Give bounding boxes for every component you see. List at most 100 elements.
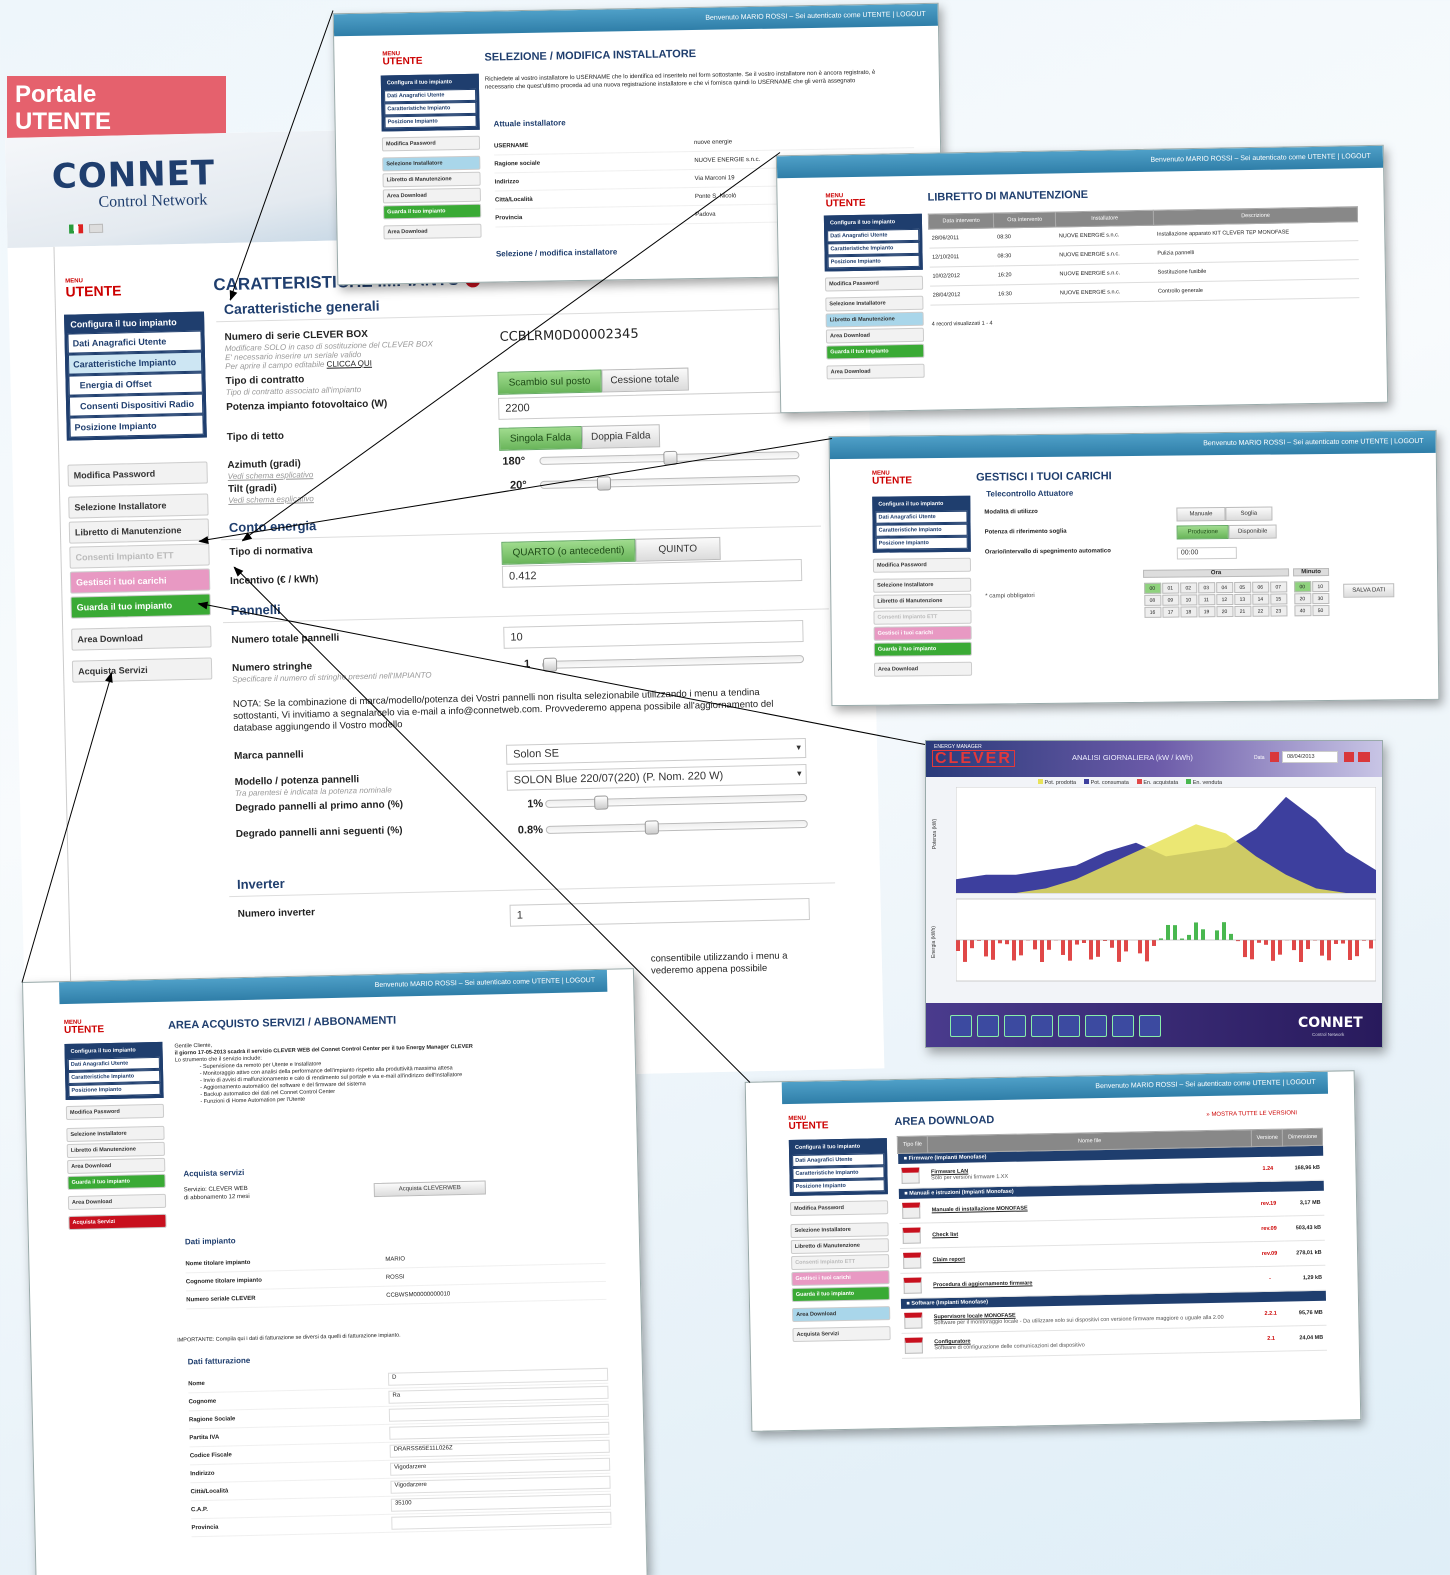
show-all-link[interactable]: » MOSTRA TUTTE LE VERSIONI <box>1206 1110 1297 1118</box>
hour-cell[interactable]: 03 <box>1197 581 1215 593</box>
norm-option-quarto[interactable]: QUARTO (o antecedenti) <box>501 538 636 565</box>
minute-cell[interactable]: 50 <box>1311 604 1330 616</box>
hour-cell[interactable]: 22 <box>1251 605 1270 617</box>
bar-chart-icon[interactable] <box>1058 1015 1080 1037</box>
hour-cell[interactable]: 09 <box>1161 594 1179 606</box>
threshold-option-produzione[interactable]: Produzione <box>1176 525 1230 540</box>
mode-option-soglia[interactable]: Soglia <box>1225 506 1273 522</box>
sidebar-item-caratteristiche[interactable]: Caratteristiche Impianto <box>67 351 203 375</box>
refresh-icon[interactable] <box>977 1015 999 1037</box>
sidebar-item-dati[interactable]: Dati Anagrafici Utente <box>67 330 202 354</box>
column-header[interactable]: Data intervento <box>928 213 994 230</box>
hour-cell[interactable]: 14 <box>1251 593 1269 605</box>
panels-total-input[interactable]: 10 <box>503 620 804 649</box>
brand-panels-select[interactable]: Solon SE ▾ <box>505 737 807 765</box>
hour-cell[interactable]: 23 <box>1269 604 1288 617</box>
roof-option-doppia[interactable]: Doppia Falda <box>581 424 660 449</box>
norm-option-quinto[interactable]: QUINTO <box>635 536 721 562</box>
hour-cell[interactable]: 15 <box>1269 592 1287 605</box>
hour-cell[interactable]: 04 <box>1215 581 1233 593</box>
home-icon[interactable] <box>950 1015 972 1037</box>
hour-cell[interactable]: 01 <box>1161 582 1179 594</box>
file-link[interactable]: Manuale di installazione MONOFASE <box>932 1201 1250 1213</box>
hour-cell[interactable]: 12 <box>1215 593 1233 605</box>
roof-option-singola[interactable]: Singola Falda <box>498 425 583 451</box>
column-header[interactable]: Dimensione <box>1282 1128 1323 1147</box>
hour-cell[interactable]: 20 <box>1215 605 1234 617</box>
field-value[interactable]: Vigodarzere <box>390 1475 611 1494</box>
calendar-icon[interactable] <box>1358 752 1370 762</box>
degr1-slider[interactable] <box>545 793 808 810</box>
save-button[interactable]: SALVA DATI <box>1343 583 1395 598</box>
minute-cell[interactable]: 40 <box>1293 604 1312 616</box>
degr2-slider-knob[interactable] <box>644 820 659 835</box>
file-link[interactable]: Claim report <box>933 1251 1251 1264</box>
azimuth-scheme-link[interactable]: Vedi schema esplicativo <box>228 470 314 481</box>
schedule-input[interactable]: 00:00 <box>1176 546 1237 560</box>
model-select[interactable]: SOLON Blue 220/07(220) (P. Nom. 220 W) ▾ <box>506 763 807 791</box>
file-link[interactable]: Check list <box>932 1226 1250 1238</box>
column-header[interactable]: Installatore <box>1055 210 1154 227</box>
threshold-option-disponibile[interactable]: Disponibile <box>1228 524 1277 540</box>
hour-cell[interactable]: 21 <box>1233 605 1252 617</box>
sun-icon[interactable] <box>1004 1015 1026 1037</box>
hour-cell[interactable]: 13 <box>1233 593 1251 605</box>
hour-cell[interactable]: 05 <box>1233 581 1251 593</box>
field-value[interactable] <box>389 1421 610 1440</box>
tilt-slider-knob[interactable] <box>596 476 612 491</box>
field-value[interactable]: 35100 <box>390 1493 612 1512</box>
minute-cell[interactable]: 20 <box>1293 592 1311 604</box>
info-icon[interactable] <box>1085 1015 1107 1037</box>
next-day-button[interactable] <box>1344 752 1354 762</box>
field-value[interactable]: DRARSS65E11L026Z <box>389 1439 610 1458</box>
strings-slider[interactable] <box>542 655 805 672</box>
column-header[interactable]: Versione <box>1251 1129 1283 1147</box>
degr2-slider[interactable] <box>545 819 808 835</box>
sidebar-item-download[interactable]: Area Download <box>71 625 212 651</box>
sidebar-item-guarda[interactable]: Guarda il tuo impianto <box>70 593 211 619</box>
prev-day-button[interactable] <box>1270 752 1279 762</box>
contract-option-cessione[interactable]: Cessione totale <box>601 367 689 393</box>
buy-cleverweb-button[interactable]: Acquista CLEVERWEB <box>373 1180 486 1198</box>
hour-cell[interactable]: 08 <box>1143 594 1161 606</box>
power-input[interactable]: 2200 <box>498 391 799 420</box>
tools-icon[interactable] <box>1139 1015 1161 1037</box>
hour-cell[interactable]: 17 <box>1161 606 1180 618</box>
hour-cell[interactable]: 16 <box>1143 606 1162 618</box>
inverter-input[interactable]: 1 <box>509 897 810 927</box>
sidebar-item-carichi[interactable]: Gestisci i tuoi carichi <box>69 568 211 594</box>
tilt-slider[interactable] <box>539 475 801 491</box>
azimuth-slider[interactable] <box>539 450 800 466</box>
hour-cell[interactable]: 10 <box>1179 593 1197 606</box>
minute-cell[interactable]: 00 <box>1293 580 1311 592</box>
field-value[interactable]: Vigodarzere <box>390 1457 611 1476</box>
hour-cell[interactable]: 18 <box>1179 605 1198 618</box>
field-value[interactable]: D <box>387 1367 609 1386</box>
sidebar-item-libretto[interactable]: Libretto di Manutenzione <box>68 518 210 544</box>
sidebar-item-offset[interactable]: Energia di Offset <box>68 372 203 396</box>
hour-cell[interactable]: 19 <box>1197 605 1216 617</box>
column-header[interactable]: Ora intervento <box>993 211 1056 229</box>
sidebar-item-password[interactable]: Modifica Password <box>67 461 208 487</box>
contract-option-scambio[interactable]: Scambio sul posto <box>497 369 602 395</box>
chart-date-input[interactable]: 08/04/2013 <box>1282 751 1338 763</box>
sidebar-item-posizione[interactable]: Posizione Impianto <box>69 414 204 438</box>
document-icon[interactable] <box>1031 1015 1053 1037</box>
minute-cell[interactable]: 10 <box>1311 580 1329 592</box>
flag-en-icon[interactable] <box>88 223 104 234</box>
file-link[interactable]: Procedura di aggiornamento firmware <box>933 1276 1251 1288</box>
hour-cell[interactable]: 07 <box>1269 580 1287 593</box>
flag-it-icon[interactable] <box>68 224 84 234</box>
line-chart-icon[interactable] <box>1112 1015 1134 1037</box>
field-value[interactable]: Ra <box>388 1385 609 1404</box>
degr1-slider-knob[interactable] <box>594 795 609 810</box>
sidebar-item-radio[interactable]: Consenti Dispositivi Radio <box>68 393 204 417</box>
hour-cell[interactable]: 00 <box>1143 582 1161 594</box>
column-header[interactable]: Tipo file <box>897 1135 928 1154</box>
sidebar-item-acquista[interactable]: Acquista Servizi <box>71 657 213 683</box>
mode-option-manuale[interactable]: Manuale <box>1176 507 1226 522</box>
sidebar-item-installatore[interactable]: Selezione Installatore <box>68 493 209 519</box>
minute-cell[interactable]: 30 <box>1311 592 1329 604</box>
serial-edit-link[interactable]: CLICCA QUI <box>327 359 373 369</box>
hour-cell[interactable]: 06 <box>1251 581 1269 593</box>
